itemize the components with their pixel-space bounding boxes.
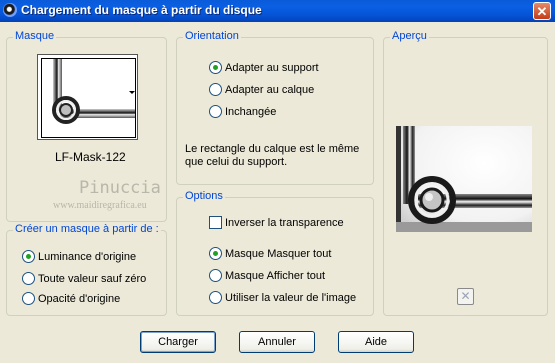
preview-image	[396, 126, 532, 232]
radio-button[interactable]	[209, 83, 222, 96]
radio-nonzero-label: Toute valeur sauf zéro	[38, 273, 147, 285]
load-button[interactable]: Charger	[140, 331, 216, 353]
title-bar[interactable]: Chargement du masque à partir du disque …	[0, 0, 555, 22]
window-title: Chargement du masque à partir du disque	[21, 3, 262, 17]
radio-hide-all-label: Masque Masquer tout	[225, 248, 332, 260]
auto-preview-toggle-icon[interactable]: ✕	[457, 288, 474, 305]
invert-transparency-label: Inverser la transparence	[225, 217, 344, 229]
watermark-url: www.maidiregrafica.eu	[53, 200, 147, 211]
radio-show-all-label: Masque Afficher tout	[225, 270, 326, 282]
help-button[interactable]: Aide	[338, 331, 414, 353]
radio-opacity-label: Opacité d'origine	[38, 293, 121, 305]
orientation-description: Le rectangle du calque est le même que c…	[185, 143, 360, 168]
radio-image-value-label: Utiliser la valeur de l'image	[225, 292, 357, 304]
orientation-legend: Orientation	[183, 30, 241, 42]
mask-thumbnail-image	[52, 59, 135, 124]
radio-fit-support-label: Adapter au support	[225, 62, 319, 74]
create-from-legend: Créer un masque à partir de :	[13, 223, 161, 235]
radio-unchanged-label: Inchangée	[225, 106, 277, 118]
app-icon	[3, 3, 17, 17]
watermark-name: Pinuccia	[79, 178, 161, 198]
radio-button[interactable]	[209, 61, 222, 74]
radio-fit-layer-label: Adapter au calque	[225, 84, 315, 96]
radio-button[interactable]	[209, 269, 222, 282]
radio-button[interactable]	[22, 272, 35, 285]
mask-thumbnail-button[interactable]	[37, 54, 138, 140]
radio-luminance-label: Luminance d'origine	[38, 251, 137, 263]
cancel-button[interactable]: Annuler	[239, 331, 315, 353]
options-legend: Options	[183, 190, 225, 202]
chevron-down-icon[interactable]	[129, 91, 135, 94]
mask-group-legend: Masque	[13, 30, 57, 42]
close-button[interactable]: ✕	[533, 2, 551, 20]
radio-button[interactable]	[209, 291, 222, 304]
radio-button[interactable]	[22, 250, 35, 263]
checkbox[interactable]	[209, 216, 222, 229]
radio-button[interactable]	[22, 292, 35, 305]
mask-name: LF-Mask-122	[55, 150, 126, 164]
preview-legend: Aperçu	[390, 30, 429, 42]
preview-mask-image	[396, 126, 532, 232]
mask-thumbnail	[41, 58, 136, 138]
radio-button[interactable]	[209, 247, 222, 260]
radio-button[interactable]	[209, 105, 222, 118]
